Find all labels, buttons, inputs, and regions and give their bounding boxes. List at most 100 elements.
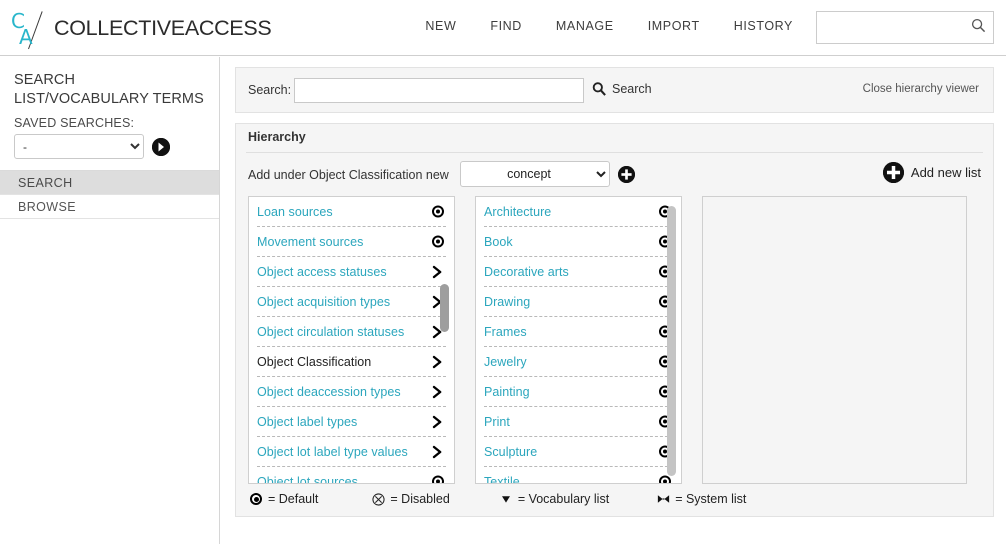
search-label: Search: [248,83,292,97]
logo[interactable]: C A COLLECTIVEACCESS [10,7,272,50]
add-new-list-label: Add new list [910,165,981,180]
hierarchy-browser: Loan sources Movement sources Object acces… [248,196,981,484]
hierarchy-item[interactable]: Textile [484,467,673,484]
hierarchy-item[interactable]: Sculpture [484,437,673,467]
header-search[interactable] [816,11,994,44]
saved-searches-label: SAVED SEARCHES: [14,116,135,130]
hierarchy-list-lists: Loan sources Movement sources Object acces… [249,197,454,484]
header-search-input[interactable] [817,12,967,43]
hierarchy-column-lists[interactable]: Loan sources Movement sources Object acces… [248,196,455,484]
nav-item-manage[interactable]: MANAGE [539,19,631,33]
legend-item-system: = System list [655,492,746,506]
hierarchy-item-label: Object lot label type values [257,444,408,459]
sidebar-item-search[interactable]: SEARCH [0,171,219,195]
legend-item-disabled: = Disabled [370,492,450,506]
nav-item-find[interactable]: FIND [473,19,539,33]
scrollbar-track[interactable] [667,196,676,484]
hierarchy-item-label: Object circulation statuses [257,324,405,339]
saved-searches-row: - [0,130,219,159]
hierarchy-item-label: Book [484,234,513,249]
hierarchy-item-label: Movement sources [257,234,364,249]
plus-circle-icon [882,162,904,183]
nav-item-history[interactable]: HISTORY [717,19,810,33]
hierarchy-title: Hierarchy [248,130,306,144]
hierarchy-item[interactable]: Object lot sources [257,467,446,484]
hierarchy-item[interactable]: Architecture [484,197,673,227]
hierarchy-item-label: Architecture [484,204,552,219]
hierarchy-divider [246,152,983,153]
hierarchy-item[interactable]: Book [484,227,673,257]
hierarchy-item-label: Painting [484,384,530,399]
hierarchy-item[interactable]: Jewelry [484,347,673,377]
hierarchy-item[interactable]: Decorative arts [484,257,673,287]
sidebar: SEARCH LIST/VOCABULARY TERMS SAVED SEARC… [0,57,220,544]
hierarchy-column-terms[interactable]: Architecture Book Decorative arts Drawing Fr… [475,196,682,484]
scrollbar-track[interactable] [440,196,449,484]
search-icon[interactable] [971,18,986,37]
page-title: SEARCH LIST/VOCABULARY TERMS [14,72,204,107]
go-arrow-icon[interactable] [152,137,170,156]
hierarchy-item-label: Object acquisition types [257,294,391,309]
nav-item-new[interactable]: NEW [408,19,473,33]
search-button[interactable]: Search [592,81,652,97]
legend-label: = Vocabulary list [517,492,610,506]
sidebar-item-browse[interactable]: BROWSE [0,195,219,219]
legend-item-vocabulary: = Vocabulary list [498,492,609,506]
search-button-label: Search [612,82,652,96]
vocabulary-triangle-icon [498,493,514,505]
hierarchy-item-label: Object Classification [257,354,372,369]
hierarchy-item[interactable]: Print [484,407,673,437]
scrollbar-thumb[interactable] [440,284,449,332]
main-content: Search: Search Close hierarchy viewer Hi… [221,57,1006,544]
system-bowtie-icon [655,493,671,505]
logo-letter-a: A [19,25,33,49]
hierarchy-item-label: Sculpture [484,444,538,459]
logo-mark-icon: C A [10,8,48,50]
hierarchy-item[interactable]: Object label types [257,407,446,437]
hierarchy-item-label: Drawing [484,294,531,309]
add-under-row: Add under Object Classification new conc… [248,160,981,192]
hierarchy-item-label: Print [484,414,510,429]
hierarchy-item[interactable]: Movement sources [257,227,446,257]
hierarchy-item-label: Object lot sources [257,474,358,484]
hierarchy-item[interactable]: Object access statuses [257,257,446,287]
legend: = Default = Disabled = Vocabulary list =… [248,492,746,506]
scrollbar-thumb[interactable] [667,206,676,476]
main-nav: NEW FIND MANAGE IMPORT HISTORY [408,19,810,33]
legend-label: = Default [268,492,319,506]
hierarchy-item[interactable]: Object deaccession types [257,377,446,407]
new-item-type-select[interactable]: concept [460,161,610,187]
add-item-button[interactable] [618,166,635,183]
hierarchy-item-label: Textile [484,474,520,484]
hierarchy-list-terms: Architecture Book Decorative arts Drawing Fr… [476,197,681,484]
add-under-label: Add under Object Classification new [248,168,449,182]
close-hierarchy-viewer-link[interactable]: Close hierarchy viewer [863,83,979,95]
hierarchy-item-label: Decorative arts [484,264,569,279]
search-icon [592,82,606,96]
search-input[interactable] [294,78,584,103]
hierarchy-item[interactable]: Drawing [484,287,673,317]
brand-name: COLLECTIVEACCESS [54,15,272,40]
legend-item-default: = Default [248,492,318,506]
hierarchy-item[interactable]: Object Classification [257,347,446,377]
hierarchy-item[interactable]: Loan sources [257,197,446,227]
search-panel: Search: Search Close hierarchy viewer [235,67,994,113]
hierarchy-item-label: Object deaccession types [257,384,401,399]
hierarchy-column-lists-scrollbar[interactable] [435,196,455,484]
hierarchy-column-terms-scrollbar[interactable] [662,196,682,484]
hierarchy-item-label: Object access statuses [257,264,387,279]
hierarchy-panel: Hierarchy Add under Object Classificatio… [235,123,994,517]
hierarchy-item-label: Loan sources [257,204,333,219]
hierarchy-column-detail[interactable] [702,196,967,484]
hierarchy-item-label: Frames [484,324,527,339]
nav-item-import[interactable]: IMPORT [631,19,717,33]
hierarchy-item[interactable]: Painting [484,377,673,407]
hierarchy-item[interactable]: Frames [484,317,673,347]
hierarchy-item[interactable]: Object lot label type values [257,437,446,467]
hierarchy-item[interactable]: Object circulation statuses [257,317,446,347]
hierarchy-item[interactable]: Object acquisition types [257,287,446,317]
default-target-icon [248,493,264,505]
saved-searches-select[interactable]: - [14,134,144,159]
add-new-list-button[interactable]: Add new list [882,162,981,183]
hierarchy-item-label: Jewelry [484,354,527,369]
